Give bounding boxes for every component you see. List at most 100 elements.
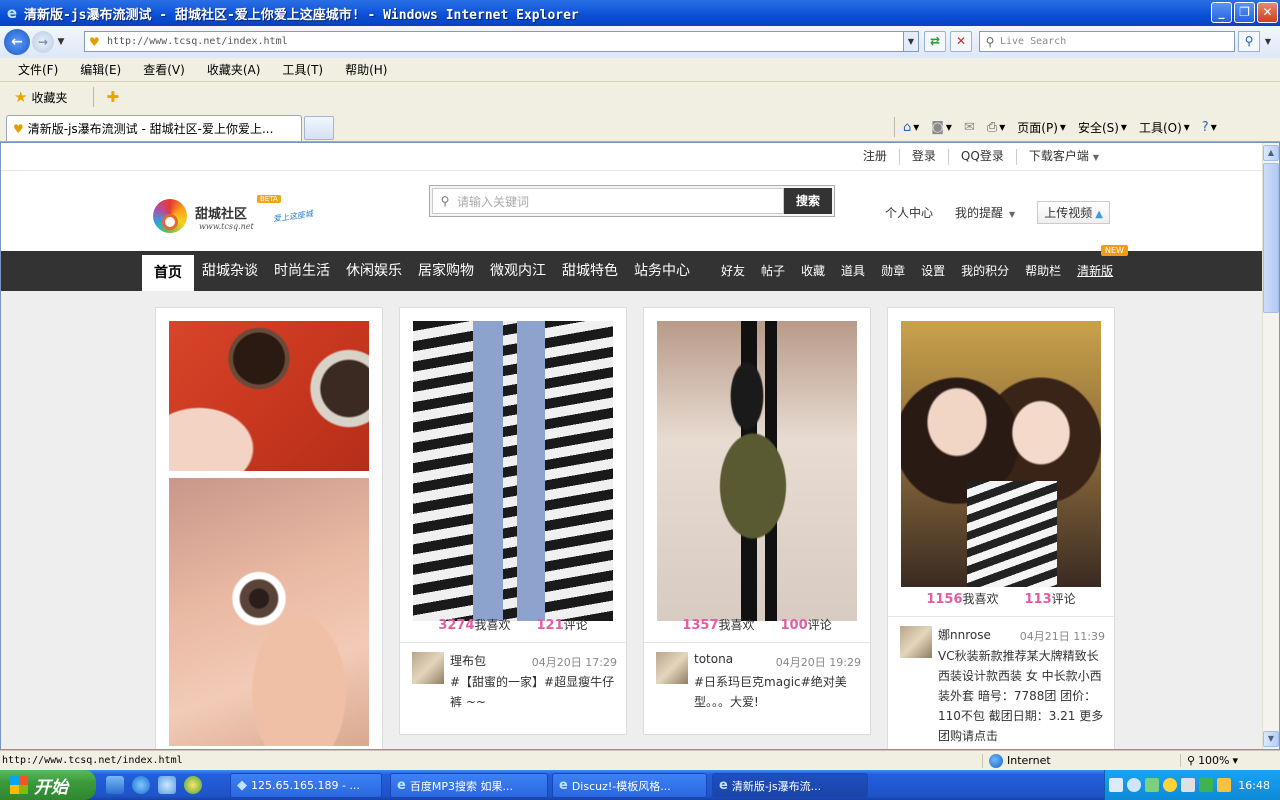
nav-service[interactable]: 站务中心 bbox=[626, 251, 698, 291]
nav-leisure[interactable]: 休闲娱乐 bbox=[338, 251, 410, 291]
reminders-link[interactable]: 我的提醒 ▼ bbox=[955, 204, 1015, 221]
nav-settings[interactable]: 设置 bbox=[913, 251, 953, 291]
maximize-button[interactable]: ❐ bbox=[1234, 2, 1255, 23]
search-go-button[interactable]: ⚲ bbox=[1238, 31, 1260, 52]
address-dropdown-icon[interactable]: ▼ bbox=[903, 32, 918, 51]
ie-quicklaunch-icon[interactable] bbox=[132, 776, 150, 794]
nav-fashion[interactable]: 时尚生活 bbox=[266, 251, 338, 291]
menu-edit[interactable]: 编辑(E) bbox=[80, 61, 121, 78]
new-tab-button[interactable] bbox=[304, 116, 334, 140]
address-bar[interactable]: ♥ http://www.tcsq.net/index.html ▼ bbox=[84, 31, 919, 52]
refresh-button[interactable]: ⇄ bbox=[924, 31, 946, 52]
avatar[interactable] bbox=[900, 626, 932, 658]
download-client-link[interactable]: 下载客户端 ▼ bbox=[1015, 149, 1111, 165]
nav-points[interactable]: 我的积分 bbox=[953, 251, 1017, 291]
comment-button[interactable]: 113评论 bbox=[1025, 590, 1076, 607]
forward-button[interactable]: → bbox=[32, 31, 54, 53]
menu-tools[interactable]: 工具(T) bbox=[282, 61, 323, 78]
browser-quicklaunch-icon[interactable] bbox=[158, 776, 176, 794]
vertical-scrollbar[interactable]: ▲ ▼ bbox=[1262, 143, 1279, 749]
qq-icon[interactable] bbox=[1163, 778, 1177, 792]
post-text[interactable]: #【甜蜜的一家】#超显瘦牛仔裤 ~~ bbox=[450, 672, 620, 712]
print-button[interactable]: ⎙ ▾ bbox=[987, 120, 1005, 135]
like-button[interactable]: 1156我喜欢 bbox=[926, 590, 998, 607]
read-mail-button[interactable]: ✉ bbox=[964, 120, 975, 135]
app-quicklaunch-icon[interactable] bbox=[184, 776, 202, 794]
nav-friends[interactable]: 好友 bbox=[713, 251, 753, 291]
register-link[interactable]: 注册 bbox=[851, 149, 899, 165]
menu-help[interactable]: 帮助(H) bbox=[345, 61, 387, 78]
nav-neijiang[interactable]: 微观内江 bbox=[482, 251, 554, 291]
page-menu[interactable]: 页面(P) ▾ bbox=[1017, 119, 1066, 136]
nav-favorites[interactable]: 收藏 bbox=[793, 251, 833, 291]
back-button[interactable]: ← bbox=[4, 29, 30, 55]
personal-center-link[interactable]: 个人中心 bbox=[885, 204, 933, 221]
photo-jeans-outfit[interactable] bbox=[413, 321, 613, 621]
tools-menu[interactable]: 工具(O) ▾ bbox=[1139, 119, 1190, 136]
tab-current[interactable]: ♥ 清新版-js瀑布流测试 - 甜城社区-爱上你爱上... bbox=[6, 115, 302, 141]
photo-eye-makeup[interactable] bbox=[169, 478, 369, 746]
nav-fresh-version[interactable]: 清新版 bbox=[1069, 251, 1121, 291]
comment-button[interactable]: 121评论 bbox=[537, 616, 588, 633]
nav-features[interactable]: 甜城特色 bbox=[554, 251, 626, 291]
login-link[interactable]: 登录 bbox=[898, 149, 948, 165]
arrow-left-icon[interactable] bbox=[1127, 778, 1141, 792]
nav-props[interactable]: 道具 bbox=[833, 251, 873, 291]
nav-shopping[interactable]: 居家购物 bbox=[410, 251, 482, 291]
update-icon[interactable] bbox=[1217, 778, 1231, 792]
nav-help[interactable]: 帮助栏 bbox=[1017, 251, 1069, 291]
poster-name[interactable]: 娜nnrose bbox=[938, 626, 991, 643]
avatar[interactable] bbox=[656, 652, 688, 684]
live-search-input[interactable]: Live Search bbox=[1000, 36, 1066, 47]
nav-home[interactable]: 首页 bbox=[142, 255, 194, 291]
qq-login-link[interactable]: QQ登录 bbox=[947, 149, 1016, 165]
site-search-input[interactable]: ⚲ 请输入关键词 bbox=[432, 188, 784, 214]
live-search-box[interactable]: ⚲ Live Search bbox=[979, 31, 1235, 52]
nav-posts[interactable]: 帖子 bbox=[753, 251, 793, 291]
home-button[interactable]: ⌂ ▾ bbox=[903, 120, 919, 135]
stop-button[interactable]: ✕ bbox=[950, 31, 972, 52]
zoom-control[interactable]: ⚲ 100% ▾ bbox=[1180, 754, 1238, 767]
like-button[interactable]: 3274我喜欢 bbox=[438, 616, 510, 633]
photo-coat-outfit[interactable] bbox=[657, 321, 857, 621]
taskbar-item[interactable]: e Discuz!-模板风格... bbox=[552, 773, 707, 798]
scroll-down-icon[interactable]: ▼ bbox=[1263, 731, 1279, 747]
scroll-up-icon[interactable]: ▲ bbox=[1263, 145, 1279, 161]
menu-favorites[interactable]: 收藏夹(A) bbox=[207, 61, 261, 78]
photo-two-girls[interactable] bbox=[901, 321, 1101, 587]
close-button[interactable]: ✕ bbox=[1257, 2, 1278, 23]
address-input[interactable]: http://www.tcsq.net/index.html bbox=[107, 36, 903, 47]
like-button[interactable]: 1357我喜欢 bbox=[682, 616, 754, 633]
menu-file[interactable]: 文件(F) bbox=[18, 61, 58, 78]
comment-button[interactable]: 100评论 bbox=[781, 616, 832, 633]
start-button[interactable]: 开始 bbox=[0, 770, 96, 800]
add-favorite-icon[interactable]: ✚ bbox=[106, 88, 119, 106]
site-search-button[interactable]: 搜索 bbox=[784, 188, 832, 214]
upload-video-button[interactable]: 上传视频 ▲ bbox=[1037, 201, 1110, 224]
network-icon[interactable] bbox=[1145, 778, 1159, 792]
search-options-icon[interactable]: ▼ bbox=[1262, 31, 1274, 52]
keyboard-icon[interactable] bbox=[1109, 778, 1123, 792]
taskbar-item-active[interactable]: e 清新版-js瀑布流... bbox=[712, 773, 868, 798]
poster-name[interactable]: 理布包 bbox=[450, 652, 486, 669]
help-menu[interactable]: ? ▾ bbox=[1202, 120, 1217, 135]
post-text[interactable]: #日系玛巨克magic#绝对美型。。。大爱! bbox=[694, 672, 864, 712]
minimize-button[interactable]: _ bbox=[1211, 2, 1232, 23]
post-text[interactable]: VC秋装新款推荐某大牌精致长西装设计款西装 女 中长款小西装外套 暗号：7788… bbox=[938, 646, 1108, 746]
history-dropdown-icon[interactable]: ▼ bbox=[54, 37, 68, 47]
taskbar-item[interactable]: ◆ 125.65.165.189 - ... bbox=[230, 773, 382, 798]
show-desktop-icon[interactable] bbox=[106, 776, 124, 794]
scroll-thumb[interactable] bbox=[1263, 163, 1279, 313]
nav-chat[interactable]: 甜城杂谈 bbox=[194, 251, 266, 291]
favorites-button[interactable]: 收藏夹 bbox=[31, 89, 67, 106]
safety-menu[interactable]: 安全(S) ▾ bbox=[1078, 119, 1127, 136]
volume-icon[interactable] bbox=[1181, 778, 1195, 792]
menu-view[interactable]: 查看(V) bbox=[143, 61, 185, 78]
photo-cosmetics[interactable] bbox=[169, 321, 369, 471]
favorites-star-icon[interactable]: ★ bbox=[14, 88, 27, 106]
site-logo[interactable]: 甜城社区 BETA www.tcsq.net 爱上这座城 bbox=[153, 193, 333, 237]
avatar[interactable] bbox=[412, 652, 444, 684]
nav-medals[interactable]: 勋章 bbox=[873, 251, 913, 291]
poster-name[interactable]: totona bbox=[694, 652, 733, 666]
feeds-button[interactable]: ◙ ▾ bbox=[931, 120, 952, 135]
